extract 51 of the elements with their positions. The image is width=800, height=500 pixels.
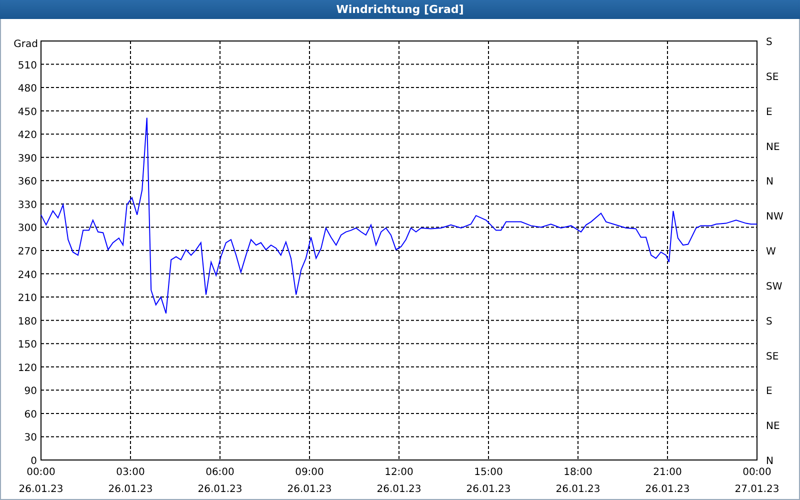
tick-label: 150 <box>18 340 37 351</box>
date-label: 26.01.23 <box>466 484 511 495</box>
tick-label: 00:00 <box>26 467 56 478</box>
tick-label: 420 <box>18 130 37 142</box>
tick-label: 15:00 <box>474 467 503 478</box>
date-label: 27.01.23 <box>734 484 780 495</box>
tick-label: 12:00 <box>384 467 414 478</box>
tick-label: 210 <box>18 293 37 304</box>
tick-label: 18:00 <box>564 467 592 478</box>
date-label: 26.01.23 <box>556 484 600 495</box>
direction-label: E <box>766 106 772 118</box>
tick-label: 390 <box>18 153 37 164</box>
direction-label: SE <box>766 72 779 83</box>
date-label: 26.01.23 <box>198 484 242 495</box>
date-label: 26.01.23 <box>645 484 690 495</box>
direction-label: W <box>766 246 776 258</box>
tick-label: 240 <box>18 270 37 281</box>
tick-label: 06:00 <box>206 467 234 478</box>
tick-label: 450 <box>18 106 37 118</box>
direction-label: S <box>766 37 772 48</box>
tick-label: 21:00 <box>653 467 682 478</box>
tick-label: 270 <box>18 246 37 258</box>
window-title: Windrichtung [Grad] <box>336 3 464 16</box>
tick-label: 180 <box>18 316 37 328</box>
date-label: 26.01.23 <box>108 484 153 495</box>
direction-label: N <box>766 456 774 467</box>
date-label: 26.01.23 <box>18 484 64 495</box>
tick-label: 510 <box>18 60 37 72</box>
date-label: 26.01.23 <box>287 484 332 495</box>
tick-label: 330 <box>18 200 37 211</box>
date-label: 26.01.23 <box>376 484 422 495</box>
direction-label: N <box>766 176 774 188</box>
tick-label: 300 <box>18 223 37 234</box>
tick-label: 0 <box>30 456 37 467</box>
tick-label: 30 <box>24 432 37 444</box>
tick-label: 90 <box>24 386 37 398</box>
direction-label: NE <box>766 142 780 153</box>
tick-label: 09:00 <box>295 467 324 478</box>
tick-label: 60 <box>24 409 37 420</box>
tick-label: 00:00 <box>742 467 772 478</box>
direction-label: NW <box>766 212 784 223</box>
tick-label: 120 <box>18 362 37 374</box>
tick-label: 03:00 <box>116 467 145 478</box>
direction-label: NE <box>766 421 780 432</box>
direction-label: S <box>766 316 772 328</box>
axis-title: Grad <box>14 39 38 50</box>
tick-label: 360 <box>18 176 37 188</box>
tick-label: 480 <box>18 84 37 95</box>
direction-label: SE <box>766 351 779 362</box>
direction-label: E <box>766 386 772 398</box>
direction-label: SW <box>766 281 782 292</box>
